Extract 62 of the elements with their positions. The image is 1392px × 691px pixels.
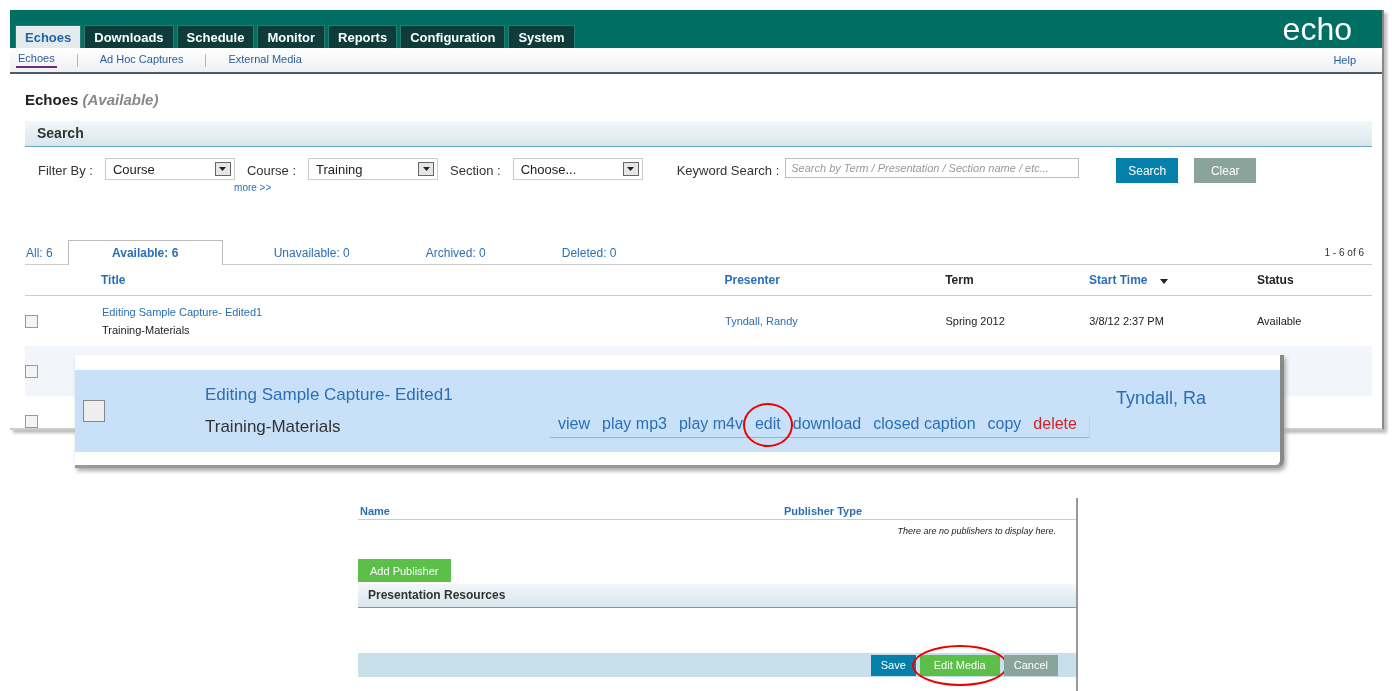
more-link[interactable]: more >>	[234, 182, 439, 193]
status-tab[interactable]: All: 6	[25, 240, 68, 264]
search-action-button[interactable]: Search	[1116, 158, 1179, 183]
filter-label: Course :	[246, 163, 297, 178]
dropdown[interactable]: Choose...	[512, 158, 643, 180]
action-link[interactable]: copy	[987, 415, 1022, 433]
nav-tab[interactable]: Downloads	[84, 25, 174, 48]
presenter-link[interactable]: Tyndall, Ra	[1115, 388, 1206, 409]
dropdown[interactable]: Course	[104, 158, 235, 180]
filter-label: Filter By :	[38, 163, 93, 178]
column-header: Status	[1256, 273, 1294, 287]
row-checkbox[interactable]	[25, 414, 38, 428]
action-link[interactable]: delete	[1033, 415, 1077, 433]
keyword-label: Keyword Search :	[676, 163, 780, 178]
search-header: Search	[25, 121, 1372, 147]
action-link[interactable]: play m4v	[678, 415, 743, 433]
page-status: (Available)	[82, 91, 159, 108]
action-link[interactable]: edit	[754, 415, 781, 433]
action-link[interactable]: closed caption	[873, 415, 976, 433]
page-title: Echoes	[25, 91, 79, 108]
subnav-link[interactable]: External Media	[226, 53, 304, 67]
status-cell-text: Available	[1257, 315, 1303, 327]
section-header: Presentation Resources	[358, 584, 1076, 608]
column-header[interactable]: Presenter	[724, 273, 780, 287]
course-name: Training-Materials	[102, 324, 191, 336]
nav-tab[interactable]: Schedule	[176, 25, 255, 48]
keyword-search-field[interactable]: Search by Term / Presentation / Section name / etc...	[785, 158, 1080, 178]
row-checkbox[interactable]	[83, 400, 105, 422]
pagination-info: 1 - 6 of 6	[1324, 247, 1364, 258]
action-link[interactable]: play mp3	[602, 415, 667, 433]
subnav-link[interactable]: Echoes	[16, 52, 57, 68]
form-button[interactable]: Save	[870, 654, 916, 676]
status-tab[interactable]: Archived: 0	[424, 240, 501, 264]
term-cell-text: Spring 2012	[945, 315, 1006, 327]
column-header[interactable]: Start Time	[1089, 273, 1168, 287]
start-time-cell-text: 3/8/12 2:37 PM	[1089, 315, 1165, 327]
nav-tab[interactable]: Echoes	[15, 25, 82, 48]
nav-tab[interactable]: System	[508, 25, 575, 48]
empty-message: There are no publishers to display here.	[896, 525, 1057, 538]
title-link[interactable]: Editing Sample Capture- Edited1	[205, 385, 550, 405]
nav-tab[interactable]: Configuration	[400, 25, 506, 48]
status-tab[interactable]: Deleted: 0	[560, 240, 632, 264]
nav-tab[interactable]: Monitor	[257, 25, 326, 48]
course-name: Training-Materials	[205, 417, 342, 437]
nav-tab[interactable]: Reports	[328, 25, 398, 48]
action-link[interactable]: view	[558, 415, 590, 433]
logo: echo	[1282, 12, 1352, 46]
action-link[interactable]: download	[792, 415, 862, 433]
column-header: Term	[945, 273, 974, 287]
help-link[interactable]: Help	[1333, 54, 1356, 66]
subnav-link[interactable]: Ad Hoc Captures	[97, 53, 186, 67]
title-link[interactable]: Editing Sample Capture- Edited1	[102, 306, 725, 318]
status-tab[interactable]: Available: 6	[67, 240, 223, 265]
dropdown[interactable]: Training	[308, 158, 439, 180]
status-tab[interactable]: Unavailable: 0	[272, 240, 365, 264]
row-checkbox[interactable]	[25, 364, 38, 378]
column-header: Name	[359, 505, 391, 517]
filter-label: Section :	[450, 163, 501, 178]
row-checkbox[interactable]	[25, 314, 38, 328]
column-header: Publisher Type	[784, 505, 863, 517]
column-header[interactable]: Title	[101, 273, 126, 287]
presenter-link[interactable]: Tyndall, Randy	[725, 315, 946, 327]
